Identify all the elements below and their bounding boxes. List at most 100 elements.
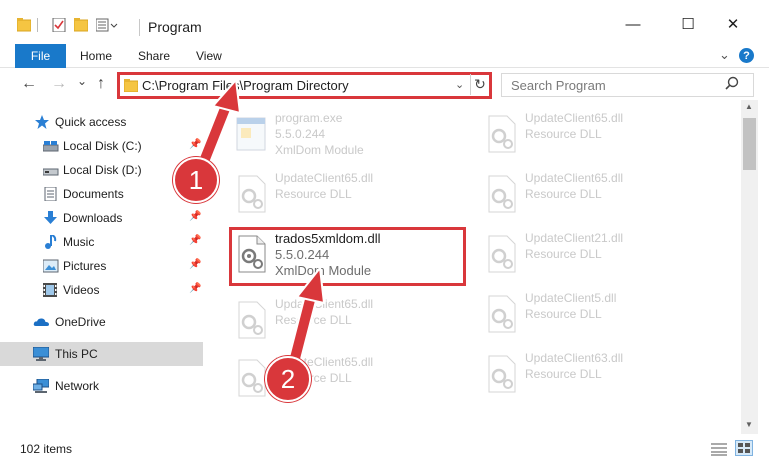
ribbon: File Home Share View ⌄ ? (0, 44, 769, 68)
search-input[interactable]: Search Program (501, 73, 754, 97)
customize-toolbar-icon[interactable] (96, 18, 118, 32)
search-icon[interactable] (725, 76, 739, 92)
title-bar: Program — ☐ ✕ (0, 0, 769, 44)
file-item[interactable]: UpdateClient65.dll Resource DLL (229, 166, 469, 222)
sidebar-item-downloads[interactable]: Downloads 📌 (0, 206, 203, 230)
file-item[interactable]: UpdateClient5.dll Resource DLL (479, 286, 719, 342)
address-bar[interactable]: C:\Program Files\Program Directory ⌄ ↻ (117, 72, 492, 99)
sidebar-item-music[interactable]: Music 📌 (0, 230, 203, 254)
file-name: UpdateClient65.dll (525, 111, 624, 125)
sidebar-item-quick-access[interactable]: Quick access (0, 110, 203, 134)
pictures-icon (43, 259, 59, 273)
file-item[interactable]: UpdateClient63.dll Resource DLL (479, 346, 719, 402)
file-item[interactable]: UpdateClient21.dll Resource DLL (479, 226, 719, 282)
refresh-button[interactable]: ↻ (470, 74, 489, 95)
navigation-pane: Quick access Local Disk (C:) 📌 Local Dis… (0, 100, 205, 434)
sidebar-item-pictures[interactable]: Pictures 📌 (0, 254, 203, 278)
sidebar-item-network[interactable]: Network (0, 374, 203, 398)
sidebar-item-local-disk-c[interactable]: Local Disk (C:) 📌 (0, 134, 203, 158)
sidebar-item-documents[interactable]: Documents 📌 (0, 182, 203, 206)
sidebar-item-label: Quick access (55, 115, 127, 129)
dll-icon (488, 115, 516, 153)
file-type: Resource DLL (525, 367, 602, 381)
address-dropdown-icon[interactable]: ⌄ (455, 78, 464, 91)
scroll-thumb[interactable] (743, 118, 756, 170)
sidebar-item-label: This PC (55, 347, 98, 361)
sidebar-item-label: Music (63, 235, 95, 249)
file-item[interactable]: UpdateClient65.dll Resource DLL (229, 292, 469, 348)
folder-icon (17, 18, 31, 32)
file-type: Resource DLL (275, 187, 352, 201)
dll-icon (488, 175, 516, 213)
file-name: UpdateClient65.dll (275, 171, 374, 185)
search-placeholder: Search Program (511, 78, 606, 93)
step-callout-2: 2 (265, 356, 311, 402)
close-button[interactable]: ✕ (723, 14, 743, 34)
music-icon (45, 235, 57, 249)
onedrive-icon (33, 318, 49, 326)
sidebar-item-label: Videos (63, 283, 100, 297)
videos-icon (43, 283, 57, 297)
file-item[interactable]: UpdateClient65.dll Resource DLL (479, 166, 719, 222)
tab-home[interactable]: Home (80, 49, 112, 63)
sidebar-item-this-pc[interactable]: This PC (0, 342, 203, 366)
sidebar-item-videos[interactable]: Videos 📌 (0, 278, 203, 302)
file-name: program.exe (275, 111, 343, 125)
title-divider (139, 19, 140, 36)
pin-icon[interactable]: 📌 (189, 211, 201, 222)
recent-locations-dropdown[interactable]: ⌄ (77, 74, 87, 88)
computer-icon (33, 347, 49, 361)
sidebar-item-label: Pictures (63, 259, 107, 273)
forward-button[interactable]: → (51, 75, 67, 93)
divider (37, 18, 38, 32)
up-button[interactable]: ↑ (97, 75, 105, 93)
file-name: UpdateClient5.dll (525, 291, 617, 305)
dll-icon (488, 295, 516, 333)
pin-icon[interactable]: 📌 (189, 139, 201, 150)
file-type: Resource DLL (525, 127, 602, 141)
sidebar-item-label: Downloads (63, 211, 123, 225)
properties-icon[interactable] (52, 18, 66, 32)
file-type: Resource DLL (275, 313, 352, 327)
documents-icon (44, 187, 57, 201)
exe-icon (236, 117, 266, 151)
step-callout-1: 1 (173, 157, 219, 203)
file-name: UpdateClient63.dll (525, 351, 624, 365)
file-item[interactable]: program.exe 5.5.0.244 XmlDom Module (229, 106, 469, 162)
dll-icon (238, 175, 266, 213)
maximize-button[interactable]: ☐ (678, 14, 698, 34)
file-item[interactable]: UpdateClient65.dll Resource DLL (479, 106, 719, 162)
file-name: UpdateClient65.dll (275, 297, 374, 311)
highlight-box (229, 227, 466, 286)
vertical-scrollbar[interactable]: ▲ ▼ (741, 100, 758, 434)
address-row: ← → ⌄ ↑ C:\Program Files\Program Directo… (0, 69, 769, 100)
network-icon (33, 379, 49, 393)
sidebar-item-label: Network (55, 379, 100, 393)
drive-icon (43, 168, 59, 176)
download-icon (44, 211, 57, 224)
scroll-down-icon[interactable]: ▼ (745, 420, 753, 429)
tab-view[interactable]: View (196, 49, 222, 63)
tab-share[interactable]: Share (138, 49, 170, 63)
scroll-up-icon[interactable]: ▲ (745, 102, 753, 111)
file-name: UpdateClient65.dll (525, 171, 624, 185)
back-button[interactable]: ← (21, 75, 37, 93)
pin-icon[interactable]: 📌 (189, 283, 201, 294)
tiles-view-icon[interactable] (735, 440, 753, 456)
new-folder-icon[interactable] (74, 18, 88, 32)
pin-icon[interactable]: 📌 (189, 259, 201, 270)
address-path[interactable]: C:\Program Files\Program Directory (142, 78, 349, 93)
item-count: 102 items (20, 442, 73, 456)
sidebar-item-label: OneDrive (55, 315, 106, 329)
expand-ribbon-icon[interactable]: ⌄ (719, 47, 730, 63)
tab-file[interactable]: File (15, 44, 66, 68)
details-view-icon[interactable] (711, 442, 727, 456)
help-icon[interactable]: ? (739, 48, 754, 63)
file-name: UpdateClient21.dll (525, 231, 624, 245)
sidebar-item-onedrive[interactable]: OneDrive (0, 310, 203, 334)
dll-icon (488, 235, 516, 273)
status-bar: 102 items (0, 434, 769, 471)
minimize-button[interactable]: — (623, 14, 643, 34)
file-type: Resource DLL (525, 307, 602, 321)
pin-icon[interactable]: 📌 (189, 235, 201, 246)
